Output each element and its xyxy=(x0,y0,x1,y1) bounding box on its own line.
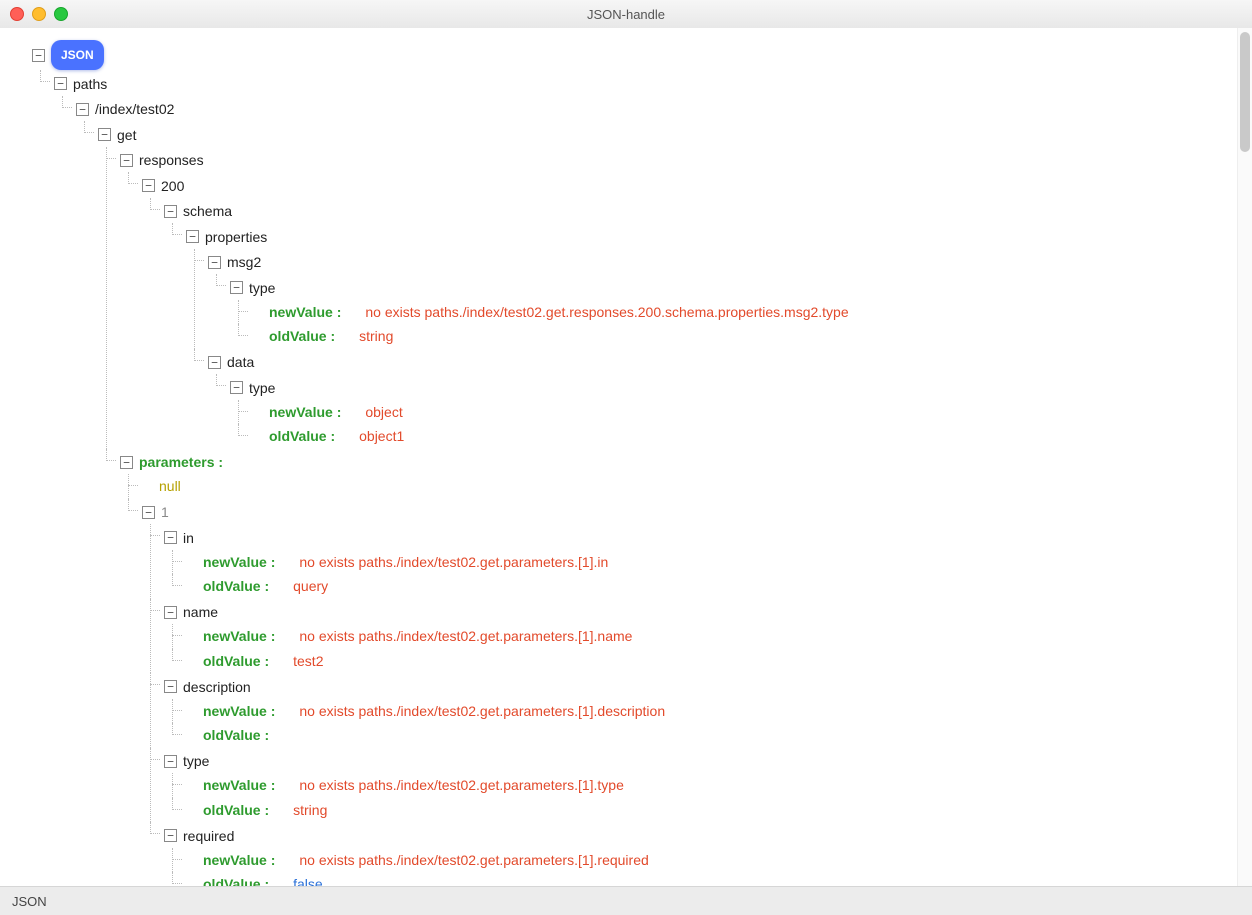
leaf-icon xyxy=(186,655,197,666)
toggle-icon[interactable]: − xyxy=(186,230,199,243)
titlebar: JSON-handle xyxy=(0,0,1252,29)
leaf-icon xyxy=(186,556,197,567)
tree-key-newvalue[interactable]: newValue : xyxy=(203,699,275,723)
tree-val: no exists paths./index/test02.get.parame… xyxy=(299,550,608,574)
statusbar: JSON xyxy=(0,886,1252,915)
maximize-icon[interactable] xyxy=(54,7,68,21)
tree-val: no exists paths./index/test02.get.parame… xyxy=(299,624,632,648)
leaf-icon xyxy=(186,854,197,865)
root-badge[interactable]: JSON xyxy=(51,40,104,70)
tree-key-get[interactable]: get xyxy=(117,123,136,147)
toggle-icon[interactable]: − xyxy=(142,506,155,519)
tree-val: object1 xyxy=(359,424,404,448)
leaf-icon xyxy=(252,331,263,342)
tree-key-data-type[interactable]: type xyxy=(249,376,275,400)
tree-key-oldvalue[interactable]: oldValue : xyxy=(203,798,269,822)
toggle-icon[interactable]: − xyxy=(120,456,133,469)
toggle-icon[interactable]: − xyxy=(164,680,177,693)
tree-key-msg2-type[interactable]: type xyxy=(249,276,275,300)
window-controls xyxy=(10,7,68,21)
leaf-icon xyxy=(252,431,263,442)
toggle-icon[interactable]: − xyxy=(164,606,177,619)
tree-key-ptype[interactable]: type xyxy=(183,749,209,773)
tree-key-index[interactable]: 1 xyxy=(161,500,169,524)
tree-view[interactable]: − JSON − paths − /index/te xyxy=(0,28,1238,887)
tree-val: false xyxy=(293,872,323,887)
toggle-icon[interactable]: − xyxy=(164,829,177,842)
tree-key-oldvalue[interactable]: oldValue : xyxy=(269,424,335,448)
tree-key-in[interactable]: in xyxy=(183,526,194,550)
toggle-icon[interactable]: − xyxy=(54,77,67,90)
minimize-icon[interactable] xyxy=(32,7,46,21)
tree-key-oldvalue[interactable]: oldValue : xyxy=(269,324,335,348)
toggle-icon[interactable]: − xyxy=(164,755,177,768)
tree-key-newvalue[interactable]: newValue : xyxy=(203,848,275,872)
close-icon[interactable] xyxy=(10,7,24,21)
leaf-icon xyxy=(186,804,197,815)
tree-key-name[interactable]: name xyxy=(183,600,218,624)
tree-key-responses[interactable]: responses xyxy=(139,148,204,172)
tree-val: string xyxy=(359,324,393,348)
leaf-icon xyxy=(252,406,263,417)
tree-val: no exists paths./index/test02.get.respon… xyxy=(365,300,848,324)
toggle-icon[interactable]: − xyxy=(76,103,89,116)
toggle-icon[interactable]: − xyxy=(164,205,177,218)
tree-key-oldvalue[interactable]: oldValue : xyxy=(203,723,269,747)
tree-key-paths[interactable]: paths xyxy=(73,72,107,96)
tree-key-msg2[interactable]: msg2 xyxy=(227,250,261,274)
tree-key-description[interactable]: description xyxy=(183,675,251,699)
toggle-icon[interactable]: − xyxy=(208,356,221,369)
leaf-icon xyxy=(186,581,197,592)
tree-val-null: null xyxy=(159,474,181,498)
toggle-icon[interactable]: − xyxy=(230,381,243,394)
tree-key-200[interactable]: 200 xyxy=(161,174,184,198)
tree-key-newvalue[interactable]: newValue : xyxy=(269,300,341,324)
leaf-icon xyxy=(186,631,197,642)
tree-key-oldvalue[interactable]: oldValue : xyxy=(203,872,269,887)
tree-key-newvalue[interactable]: newValue : xyxy=(203,550,275,574)
tree-val: query xyxy=(293,574,328,598)
app-window: JSON-handle − JSON − paths xyxy=(0,0,1252,915)
tree-key-newvalue[interactable]: newValue : xyxy=(203,773,275,797)
vertical-scrollbar[interactable] xyxy=(1237,28,1252,887)
tree-val: no exists paths./index/test02.get.parame… xyxy=(299,848,648,872)
tree-key-schema[interactable]: schema xyxy=(183,199,232,223)
tree-val: string xyxy=(293,798,327,822)
tree-key-data[interactable]: data xyxy=(227,350,254,374)
toggle-icon[interactable]: − xyxy=(164,531,177,544)
tree-key-oldvalue[interactable]: oldValue : xyxy=(203,574,269,598)
tree-key-endpoint[interactable]: /index/test02 xyxy=(95,97,174,121)
toggle-icon[interactable]: − xyxy=(208,256,221,269)
toggle-icon[interactable]: − xyxy=(120,154,133,167)
leaf-icon xyxy=(186,730,197,741)
toggle-icon[interactable]: − xyxy=(32,49,45,62)
tree-key-newvalue[interactable]: newValue : xyxy=(203,624,275,648)
leaf-icon xyxy=(252,306,263,317)
tree-key-newvalue[interactable]: newValue : xyxy=(269,400,341,424)
tree-val: no exists paths./index/test02.get.parame… xyxy=(299,773,624,797)
tree-key-properties[interactable]: properties xyxy=(205,225,267,249)
leaf-icon xyxy=(186,705,197,716)
toggle-icon[interactable]: − xyxy=(230,281,243,294)
toggle-icon[interactable]: − xyxy=(142,179,155,192)
tree-val: no exists paths./index/test02.get.parame… xyxy=(299,699,665,723)
tree-key-required[interactable]: required xyxy=(183,824,234,848)
scrollbar-thumb[interactable] xyxy=(1240,32,1250,152)
window-title: JSON-handle xyxy=(0,7,1252,22)
leaf-icon xyxy=(142,481,153,492)
tree-val: test2 xyxy=(293,649,323,673)
tree-key-parameters[interactable]: parameters : xyxy=(139,450,223,474)
tree-key-oldvalue[interactable]: oldValue : xyxy=(203,649,269,673)
leaf-icon xyxy=(186,780,197,791)
toggle-icon[interactable]: − xyxy=(98,128,111,141)
tree-val: object xyxy=(365,400,402,424)
statusbar-text: JSON xyxy=(12,894,47,909)
